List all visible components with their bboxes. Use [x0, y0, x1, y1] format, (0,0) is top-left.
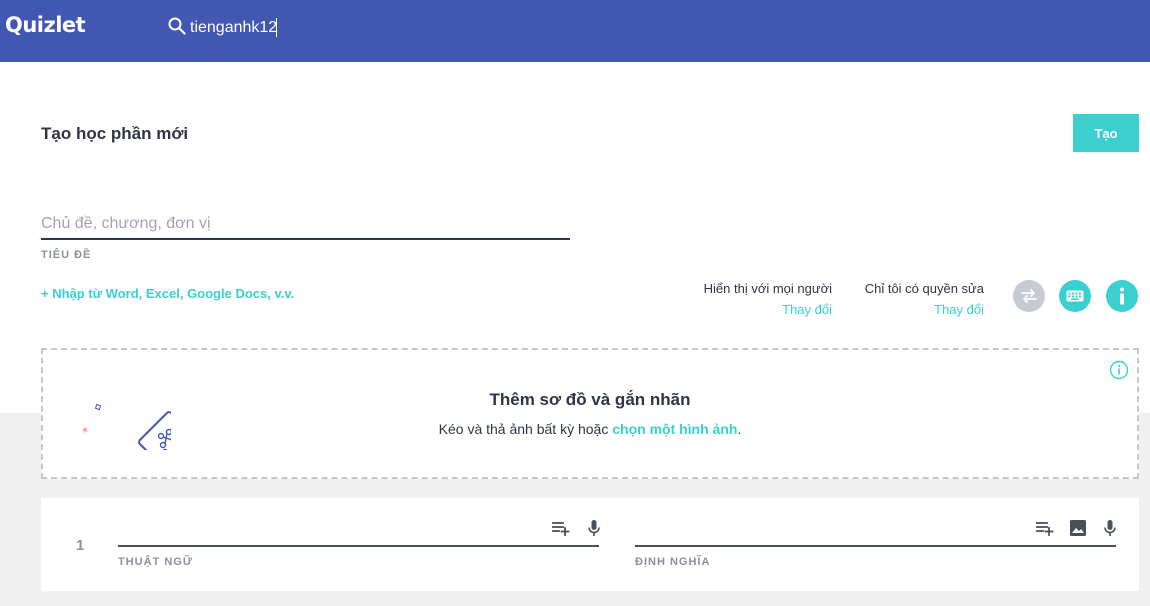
term-card: 1 THUẬT NGỮ ĐỊNH NGHĨA: [41, 498, 1139, 591]
term-underline: [118, 545, 599, 547]
swap-terms-button[interactable]: [1013, 280, 1045, 312]
info-icon: [1120, 287, 1124, 305]
definition-label: ĐỊNH NGHĨA: [635, 556, 711, 568]
quizlet-logo[interactable]: Quizlet: [5, 13, 86, 37]
keyboard-shortcuts-button[interactable]: [1059, 280, 1091, 312]
term-input[interactable]: [118, 520, 538, 544]
visibility-setting: Hiển thị với mọi người Thay đổi: [680, 281, 832, 317]
set-title-label: TIÊU ĐỀ: [41, 249, 92, 261]
choose-image-link[interactable]: chọn một hình ảnh: [612, 421, 737, 437]
add-list-icon[interactable]: [1035, 518, 1055, 538]
set-title-input[interactable]: [41, 210, 570, 238]
image-icon[interactable]: [1068, 518, 1088, 538]
search-input[interactable]: [190, 16, 490, 40]
top-navigation-bar: Quizlet: [0, 0, 1150, 62]
card-number: 1: [76, 537, 85, 554]
text-caret: [276, 18, 277, 37]
visibility-label: Hiển thị với mọi người: [703, 281, 832, 296]
definition-input[interactable]: [635, 520, 1025, 544]
swap-icon: [1021, 289, 1037, 303]
diagram-dropzone[interactable]: * Thêm sơ đồ và gắn nhãn Kéo và thả ảnh …: [41, 348, 1139, 479]
diagram-info-icon[interactable]: [1109, 360, 1129, 380]
diagram-description: Kéo và thả ảnh bất kỳ hoặc chọn một hình…: [43, 421, 1137, 437]
term-label: THUẬT NGỮ: [118, 556, 193, 568]
diagram-desc-text: Kéo và thả ảnh bất kỳ hoặc: [438, 421, 613, 437]
create-button[interactable]: Tạo: [1073, 114, 1139, 152]
visibility-change-link[interactable]: Thay đổi: [680, 302, 832, 317]
edit-permission-label: Chỉ tôi có quyền sửa: [864, 281, 984, 296]
info-button[interactable]: [1106, 280, 1138, 312]
add-list-icon[interactable]: [551, 518, 571, 538]
edit-permission-change-link[interactable]: Thay đổi: [840, 302, 984, 317]
definition-underline: [635, 545, 1116, 547]
diagram-title: Thêm sơ đồ và gắn nhãn: [489, 390, 691, 409]
microphone-icon[interactable]: [584, 518, 604, 538]
microphone-icon[interactable]: [1100, 518, 1120, 538]
search-icon: [168, 17, 186, 35]
keyboard-icon: [1066, 290, 1084, 302]
set-title-underline: [41, 238, 570, 240]
page-title: Tạo học phần mới: [41, 124, 189, 143]
edit-permission-setting: Chỉ tôi có quyền sửa Thay đổi: [840, 281, 984, 317]
import-link[interactable]: + Nhập từ Word, Excel, Google Docs, v.v.: [41, 286, 294, 301]
diagram-desc-suffix: .: [737, 421, 742, 437]
